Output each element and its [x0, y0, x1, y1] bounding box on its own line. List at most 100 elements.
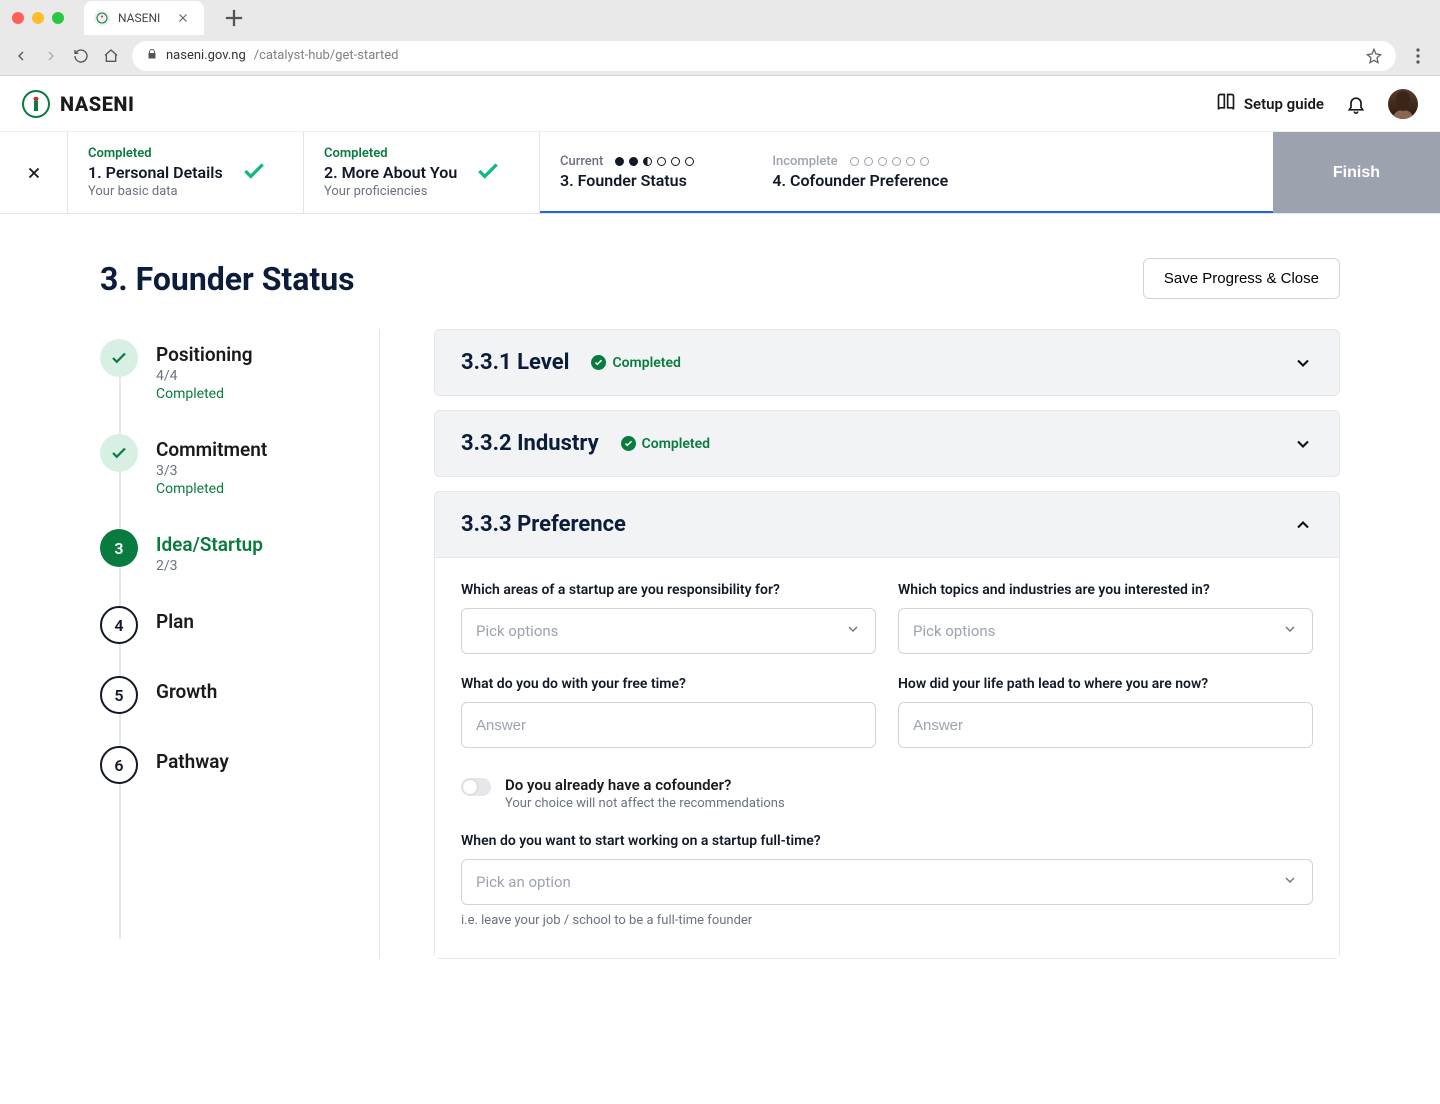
- save-progress-button[interactable]: Save Progress & Close: [1143, 258, 1340, 299]
- label-life-path: How did your life path lead to where you…: [898, 676, 1313, 692]
- window-maximize[interactable]: [52, 12, 64, 24]
- address-bar[interactable]: naseni.gov.ng/catalyst-hub/get-started: [132, 41, 1396, 71]
- input-free-time[interactable]: [461, 702, 876, 748]
- accordion-title: 3.3.2 Industry: [461, 431, 599, 456]
- accordion-title: 3.3.3 Preference: [461, 512, 626, 537]
- step-number: 3: [100, 529, 138, 567]
- chevron-down-icon: [1282, 621, 1298, 641]
- accordion-preference-head[interactable]: 3.3.3 Preference: [435, 492, 1339, 557]
- label-interested-topics: Which topics and industries are you inte…: [898, 582, 1313, 598]
- completed-badge: Completed: [591, 355, 680, 371]
- section-label: Growth: [156, 680, 217, 703]
- section-positioning[interactable]: Positioning 4/4 Completed: [100, 329, 379, 424]
- section-state: Completed: [156, 481, 267, 497]
- label-responsibility-areas: Which areas of a startup are you respons…: [461, 582, 876, 598]
- window-minimize[interactable]: [32, 12, 44, 24]
- section-label: Commitment: [156, 438, 267, 461]
- toggle-has-cofounder[interactable]: [461, 778, 491, 796]
- finish-button[interactable]: Finish: [1273, 132, 1440, 213]
- toggle-label: Do you already have a cofounder?: [505, 776, 785, 794]
- browser-chrome: NASENI naseni.gov.ng/catalyst-hub/get-st…: [0, 0, 1440, 76]
- browser-tab[interactable]: NASENI: [84, 1, 204, 35]
- accordion-level[interactable]: 3.3.1 Level Completed: [434, 329, 1340, 396]
- label-start-fulltime: When do you want to start working on a s…: [461, 833, 1313, 849]
- section-pathway[interactable]: 6 Pathway: [100, 736, 379, 792]
- brand-name: NASENI: [60, 92, 134, 116]
- select-interested-topics[interactable]: Pick options: [898, 608, 1313, 654]
- window-controls[interactable]: [12, 12, 64, 24]
- step-title: 3. Founder Status: [560, 171, 694, 190]
- step-subtitle: Your basic data: [88, 184, 223, 199]
- step-number: 4: [100, 606, 138, 644]
- back-icon[interactable]: [12, 47, 30, 65]
- step-more-about-you[interactable]: Completed 2. More About You Your profici…: [304, 132, 540, 213]
- section-state: Completed: [156, 386, 253, 402]
- accordion-industry[interactable]: 3.3.2 Industry Completed: [434, 410, 1340, 477]
- close-tab-icon[interactable]: [176, 11, 190, 25]
- setup-guide-link[interactable]: Setup guide: [1216, 92, 1324, 116]
- step-founder-status[interactable]: Current 3. Founder Status Incomplete 4. …: [540, 132, 1273, 213]
- chevron-down-icon: [1282, 872, 1298, 892]
- helper-text: i.e. leave your job / school to be a ful…: [461, 913, 1313, 928]
- bookmark-icon[interactable]: [1366, 48, 1382, 64]
- chevron-down-icon: [1293, 353, 1313, 373]
- browser-menu-icon[interactable]: [1408, 48, 1428, 64]
- completed-badge: Completed: [621, 436, 710, 452]
- forward-icon: [42, 47, 60, 65]
- brand-logo[interactable]: NASENI: [22, 90, 134, 118]
- section-count: 3/3: [156, 463, 267, 479]
- toggle-sublabel: Your choice will not affect the recommen…: [505, 796, 785, 811]
- section-growth[interactable]: 5 Growth: [100, 666, 379, 736]
- accordion-preference: 3.3.3 Preference Which areas of a startu…: [434, 491, 1340, 959]
- input-life-path[interactable]: [898, 702, 1313, 748]
- section-label: Idea/Startup: [156, 533, 263, 556]
- section-count: 2/3: [156, 558, 263, 574]
- section-nav: Positioning 4/4 Completed Commitment 3/3…: [100, 329, 380, 959]
- reload-icon[interactable]: [72, 47, 90, 65]
- section-label: Pathway: [156, 750, 229, 773]
- section-commitment[interactable]: Commitment 3/3 Completed: [100, 424, 379, 519]
- url-path: /catalyst-hub/get-started: [254, 48, 399, 63]
- step-status: Completed: [324, 146, 457, 161]
- section-plan[interactable]: 4 Plan: [100, 596, 379, 666]
- step-title: 1. Personal Details: [88, 163, 223, 182]
- check-icon: [475, 158, 501, 188]
- stepper-close-button[interactable]: [0, 132, 68, 213]
- progress-dots: [850, 157, 929, 166]
- select-responsibility-areas[interactable]: Pick options: [461, 608, 876, 654]
- step-number: 6: [100, 746, 138, 784]
- section-idea-startup[interactable]: 3 Idea/Startup 2/3: [100, 519, 379, 596]
- step-status: Current: [560, 154, 603, 169]
- step-status: Incomplete: [772, 154, 837, 169]
- window-close[interactable]: [12, 12, 24, 24]
- page-title: 3. Founder Status: [100, 260, 355, 298]
- new-tab-icon[interactable]: [220, 4, 248, 32]
- step-personal-details[interactable]: Completed 1. Personal Details Your basic…: [68, 132, 304, 213]
- progress-dots: [615, 157, 694, 166]
- section-count: 4/4: [156, 368, 253, 384]
- avatar[interactable]: [1388, 89, 1418, 119]
- book-icon: [1216, 92, 1236, 116]
- stepper: Completed 1. Personal Details Your basic…: [0, 132, 1440, 214]
- chevron-up-icon: [1293, 515, 1313, 535]
- home-icon[interactable]: [102, 47, 120, 65]
- label-free-time: What do you do with your free time?: [461, 676, 876, 692]
- check-icon: [100, 339, 138, 377]
- url-host: naseni.gov.ng: [166, 48, 246, 63]
- app-header: NASENI Setup guide: [0, 76, 1440, 132]
- step-status: Completed: [88, 146, 223, 161]
- step-title: 4. Cofounder Preference: [772, 171, 948, 190]
- tab-title: NASENI: [118, 11, 160, 25]
- step-subtitle: Your proficiencies: [324, 184, 457, 199]
- step-title: 2. More About You: [324, 163, 457, 182]
- bell-icon[interactable]: [1346, 94, 1366, 114]
- check-icon: [100, 434, 138, 472]
- lock-icon: [146, 48, 158, 64]
- setup-guide-label: Setup guide: [1244, 95, 1324, 113]
- chevron-down-icon: [845, 621, 861, 641]
- check-icon: [241, 158, 267, 188]
- favicon: [94, 10, 110, 26]
- select-start-fulltime[interactable]: Pick an option: [461, 859, 1313, 905]
- check-circle-icon: [621, 436, 636, 451]
- logo-icon: [22, 90, 50, 118]
